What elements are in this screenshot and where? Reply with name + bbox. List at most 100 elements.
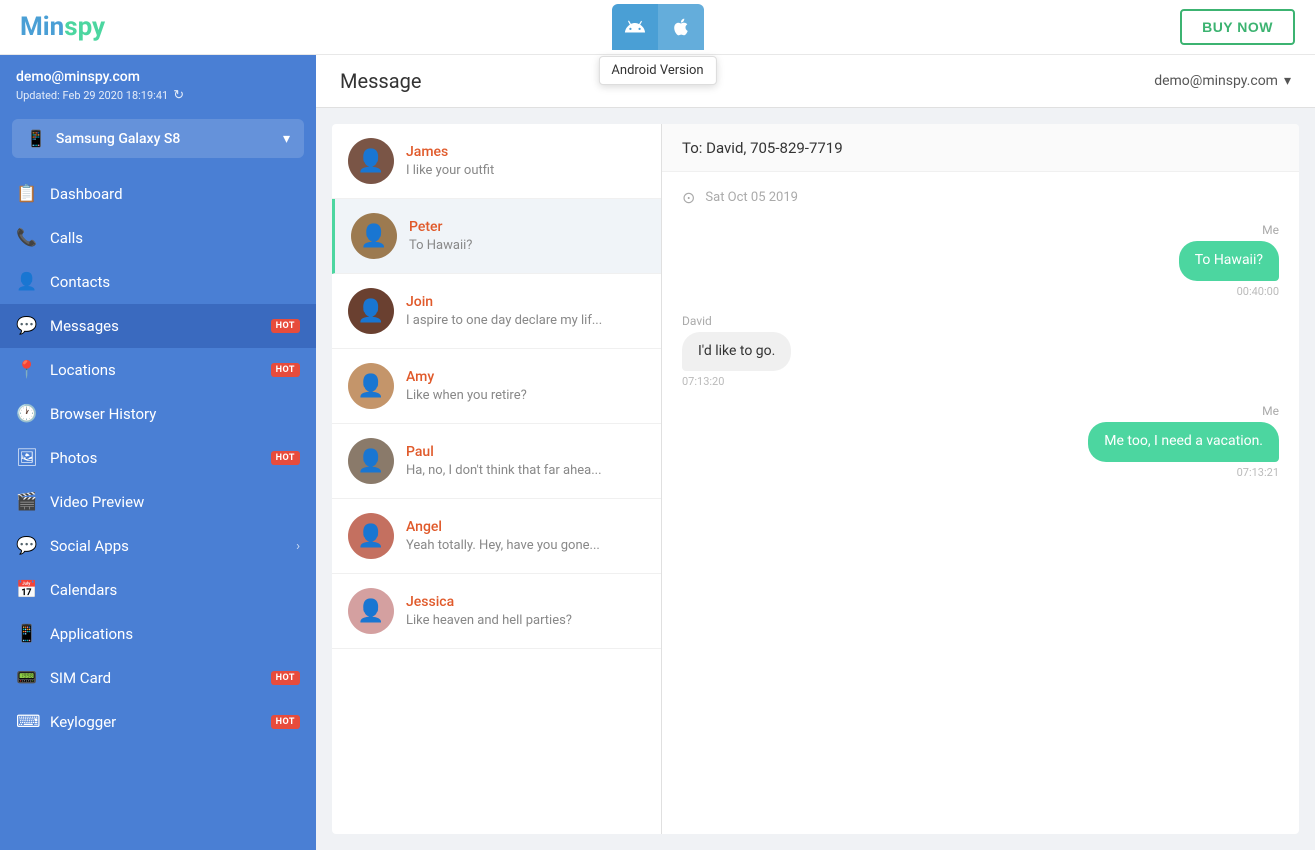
date-divider: ⊙ Sat Oct 05 2019 [682,188,1279,207]
calendars-icon: 📅 [16,580,38,600]
android-tooltip: Android Version [598,56,716,85]
contact-avatar-join: 👤 [348,288,394,334]
sidebar-label-browser-history: Browser History [50,405,300,423]
hot-badge-messages: HOT [271,319,300,333]
calls-icon: 📞 [16,228,38,248]
messages-icon: 💬 [16,316,38,336]
message-time-msg3: 07:13:21 [1237,466,1279,479]
contact-info-paul: Paul Ha, no, I don't think that far ahea… [406,444,645,478]
message-bubble-msg1: To Hawaii? [1179,241,1279,281]
dashboard-icon: 📋 [16,184,38,204]
video-preview-icon: 🎬 [16,492,38,512]
sidebar-email: demo@minspy.com [16,69,300,85]
contact-preview-jessica: Like heaven and hell parties? [406,613,645,628]
sidebar-item-sim-card[interactable]: 📟 SIM Card HOT [0,656,316,700]
social-apps-icon: 💬 [16,536,38,556]
sidebar-label-dashboard: Dashboard [50,185,300,203]
date-divider-icon[interactable]: ⊙ [682,188,695,207]
refresh-icon[interactable]: ↻ [173,88,184,103]
contact-preview-amy: Like when you retire? [406,388,645,403]
chat-to: To: David, 705-829-7719 [682,139,843,157]
sidebar-label-social-apps: Social Apps [50,537,284,555]
device-name: Samsung Galaxy S8 [56,131,180,147]
hot-badge-sim-card: HOT [271,671,300,685]
logo-min: Min [20,12,64,42]
sidebar-item-photos[interactable]: 🖼 Photos HOT [0,436,316,480]
device-dropdown-arrow: ▾ [283,131,290,147]
android-tab[interactable] [612,4,658,50]
sidebar-item-video-preview[interactable]: 🎬 Video Preview [0,480,316,524]
sidebar-item-browser-history[interactable]: 🕐 Browser History [0,392,316,436]
sidebar-label-applications: Applications [50,625,300,643]
contact-avatar-peter: 👤 [351,213,397,259]
contact-name-peter: Peter [409,219,645,235]
message-sender-msg2: David [682,314,712,328]
hot-badge-locations: HOT [271,363,300,377]
platform-tabs [612,4,704,50]
ios-tab[interactable] [658,4,704,50]
contacts-icon: 👤 [16,272,38,292]
sidebar-label-locations: Locations [50,361,259,379]
contact-item-peter[interactable]: 👤 Peter To Hawaii? [332,199,661,274]
header: Minspy Android Version BUY NOW [0,0,1315,55]
sidebar-item-dashboard[interactable]: 📋 Dashboard [0,172,316,216]
page-title: Message [340,69,421,93]
sidebar-item-social-apps[interactable]: 💬 Social Apps › [0,524,316,568]
contact-item-join[interactable]: 👤 Join I aspire to one day declare my li… [332,274,661,349]
date-divider-label: Sat Oct 05 2019 [705,190,798,205]
message-msg1: Me To Hawaii? 00:40:00 [1179,223,1279,298]
sidebar-nav: 📋 Dashboard 📞 Calls 👤 Contacts 💬 Message… [0,172,316,744]
sidebar-device[interactable]: 📱 Samsung Galaxy S8 ▾ [12,119,304,158]
content-header: Message demo@minspy.com ▾ [316,55,1315,108]
sidebar-label-photos: Photos [50,449,259,467]
sidebar-item-messages[interactable]: 💬 Messages HOT [0,304,316,348]
contact-item-jessica[interactable]: 👤 Jessica Like heaven and hell parties? [332,574,661,649]
buy-now-button[interactable]: BUY NOW [1180,9,1295,45]
header-center: Android Version [612,4,704,50]
contact-list: 👤 James I like your outfit 👤 Peter To Ha… [332,124,662,834]
hot-badge-keylogger: HOT [271,715,300,729]
sidebar-label-keylogger: Keylogger [50,713,259,731]
contact-item-paul[interactable]: 👤 Paul Ha, no, I don't think that far ah… [332,424,661,499]
keylogger-icon: ⌨ [16,712,38,732]
sidebar-item-contacts[interactable]: 👤 Contacts [0,260,316,304]
content-area: Message demo@minspy.com ▾ 👤 James I like… [316,55,1315,850]
contact-info-join: Join I aspire to one day declare my lif.… [406,294,645,328]
nav-arrow-social-apps: › [296,539,300,554]
sidebar-user: demo@minspy.com Updated: Feb 29 2020 18:… [0,55,316,113]
contact-avatar-james: 👤 [348,138,394,184]
content-user[interactable]: demo@minspy.com ▾ [1154,73,1291,89]
device-icon: 📱 [26,129,46,148]
main-layout: demo@minspy.com Updated: Feb 29 2020 18:… [0,55,1315,850]
sidebar-label-calls: Calls [50,229,300,247]
contact-preview-angel: Yeah totally. Hey, have you gone... [406,538,645,553]
contact-name-angel: Angel [406,519,645,535]
contact-item-james[interactable]: 👤 James I like your outfit [332,124,661,199]
contact-item-angel[interactable]: 👤 Angel Yeah totally. Hey, have you gone… [332,499,661,574]
sidebar-item-calls[interactable]: 📞 Calls [0,216,316,260]
logo-spy: spy [64,12,105,42]
content-user-arrow: ▾ [1284,73,1291,89]
sidebar-item-locations[interactable]: 📍 Locations HOT [0,348,316,392]
contact-name-join: Join [406,294,645,310]
message-msg2: David I'd like to go. 07:13:20 [682,314,791,389]
contact-info-angel: Angel Yeah totally. Hey, have you gone..… [406,519,645,553]
contact-name-jessica: Jessica [406,594,645,610]
sidebar-item-calendars[interactable]: 📅 Calendars [0,568,316,612]
contact-avatar-amy: 👤 [348,363,394,409]
contact-name-paul: Paul [406,444,645,460]
sidebar-label-calendars: Calendars [50,581,300,599]
sidebar-item-applications[interactable]: 📱 Applications [0,612,316,656]
chat-header: To: David, 705-829-7719 [662,124,1299,172]
sidebar-label-messages: Messages [50,317,259,335]
content-user-email: demo@minspy.com [1154,73,1278,89]
contact-info-peter: Peter To Hawaii? [409,219,645,253]
sidebar-item-keylogger[interactable]: ⌨ Keylogger HOT [0,700,316,744]
sidebar: demo@minspy.com Updated: Feb 29 2020 18:… [0,55,316,850]
sidebar-label-contacts: Contacts [50,273,300,291]
contact-item-amy[interactable]: 👤 Amy Like when you retire? [332,349,661,424]
hot-badge-photos: HOT [271,451,300,465]
browser-history-icon: 🕐 [16,404,38,424]
message-container: 👤 James I like your outfit 👤 Peter To Ha… [316,108,1315,850]
contact-info-james: James I like your outfit [406,144,645,178]
